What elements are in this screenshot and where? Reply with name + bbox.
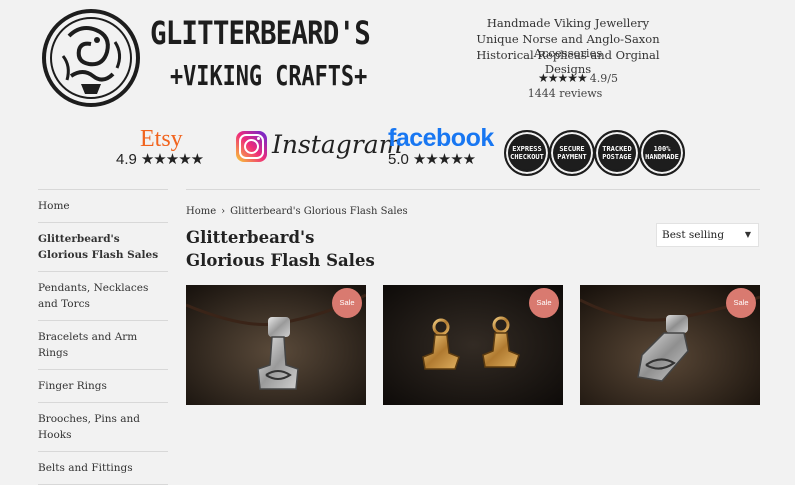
breadcrumb-separator: › — [221, 206, 226, 217]
etsy-rating[interactable]: 4.9 ★★★★★ — [116, 150, 204, 168]
sort-select[interactable]: Best selling ▼ — [656, 223, 759, 247]
page-title: Glitterbeard's Glorious Flash Sales — [186, 228, 375, 270]
tracked-postage-badge-icon: TRACKED POSTAGE — [594, 130, 640, 176]
review-count[interactable]: 1444 reviews — [520, 87, 610, 100]
sale-badge: Sale — [529, 288, 559, 318]
brand-subtitle[interactable]: +VIKING CRAFTS+ — [170, 59, 367, 92]
tagline: Handmade Viking Jewellery — [486, 16, 650, 30]
sidebar-item-finger-rings[interactable]: Finger Rings — [38, 370, 168, 403]
breadcrumb-home-link[interactable]: Home — [186, 206, 216, 217]
brand-name[interactable]: GLITTERBEARD'S — [150, 14, 371, 52]
handmade-badge-icon: 100% HANDMADE — [639, 130, 685, 176]
sale-badge: Sale — [726, 288, 756, 318]
facebook-stars-icon: ★★★★★ — [412, 150, 476, 168]
divider — [186, 189, 760, 190]
logo-emblem[interactable] — [41, 6, 141, 110]
chevron-down-icon: ▼ — [744, 230, 751, 239]
store-rating[interactable]: ★★★★★ 4.9/5 — [538, 71, 618, 85]
sidebar-item-flash-sales[interactable]: Glitterbeard's Glorious Flash Sales — [38, 223, 168, 272]
product-card[interactable]: Sale — [186, 285, 366, 405]
sale-badge: Sale — [332, 288, 362, 318]
secure-payment-badge-icon: SECURE PAYMENT — [549, 130, 595, 176]
etsy-score: 4.9 — [116, 150, 137, 168]
etsy-logo[interactable]: Etsy — [140, 126, 183, 153]
instagram-icon[interactable] — [236, 131, 267, 162]
product-card[interactable]: Sale — [383, 285, 563, 405]
sidebar-item-pendants[interactable]: Pendants, Necklaces and Torcs — [38, 272, 168, 321]
sidebar-item-belts[interactable]: Belts and Fittings — [38, 452, 168, 485]
sidebar-item-brooches[interactable]: Brooches, Pins and Hooks — [38, 403, 168, 452]
facebook-score: 5.0 — [388, 150, 409, 168]
facebook-rating[interactable]: 5.0 ★★★★★ — [388, 150, 476, 168]
rating-stars-icon: ★★★★★ — [538, 71, 588, 85]
facebook-logo[interactable]: facebook — [388, 124, 494, 153]
sidebar-nav: Home Glitterbeard's Glorious Flash Sales… — [38, 189, 168, 485]
sort-selected-value: Best selling — [662, 229, 725, 241]
sidebar-item-bracelets[interactable]: Bracelets and Arm Rings — [38, 321, 168, 370]
etsy-stars-icon: ★★★★★ — [140, 150, 204, 168]
sidebar-item-home[interactable]: Home — [38, 189, 168, 223]
breadcrumb: Home › Glitterbeard's Glorious Flash Sal… — [186, 206, 408, 217]
breadcrumb-current: Glitterbeard's Glorious Flash Sales — [230, 206, 408, 217]
rating-score: 4.9/5 — [589, 71, 618, 85]
product-card[interactable]: Sale — [580, 285, 760, 405]
instagram-wordmark[interactable]: Instagram — [272, 130, 402, 159]
express-checkout-badge-icon: EXPRESS CHECKOUT — [504, 130, 550, 176]
